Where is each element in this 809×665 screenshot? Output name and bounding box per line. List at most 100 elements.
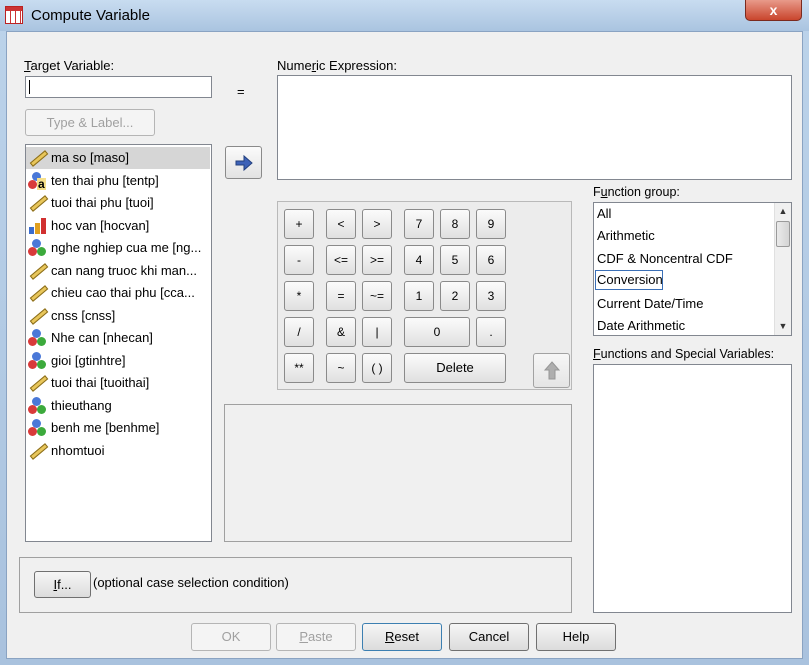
key-equals[interactable]: = bbox=[326, 281, 356, 311]
key-less-equal[interactable]: <= bbox=[326, 245, 356, 275]
function-group-item[interactable]: All bbox=[595, 203, 611, 225]
target-variable-label: Target Variable: bbox=[24, 58, 115, 73]
variable-list-item[interactable]: chieu cao thai phu [cca... bbox=[26, 282, 210, 304]
cancel-button[interactable]: Cancel bbox=[449, 623, 529, 651]
key-3[interactable]: 3 bbox=[476, 281, 506, 311]
key-parentheses[interactable]: ( ) bbox=[362, 353, 392, 383]
ok-button[interactable]: OK bbox=[191, 623, 271, 651]
variable-label: chieu cao thai phu [cca... bbox=[51, 285, 195, 300]
ordinal-bars-icon bbox=[28, 217, 46, 235]
target-variable-input[interactable] bbox=[25, 76, 212, 98]
reset-button[interactable]: Reset bbox=[362, 623, 442, 651]
right-arrow-icon bbox=[235, 154, 253, 172]
nominal-icon bbox=[28, 329, 46, 347]
title-bar[interactable]: Compute Variable x bbox=[0, 0, 809, 31]
variable-label: nhomtuoi bbox=[51, 442, 105, 458]
paste-button[interactable]: Paste bbox=[276, 623, 356, 651]
key-0[interactable]: 0 bbox=[404, 317, 470, 347]
dialog-body: Target Variable: = Type & Label... Numer… bbox=[6, 31, 803, 659]
variable-list-item[interactable]: ma so [maso] bbox=[26, 147, 210, 169]
variable-list-item[interactable]: nghe nghiep cua me [ng... bbox=[26, 237, 210, 259]
function-group-item[interactable]: Current Date/Time bbox=[595, 293, 703, 315]
key-greater-equal[interactable]: >= bbox=[362, 245, 392, 275]
nominal-icon bbox=[28, 419, 46, 437]
text-caret bbox=[29, 80, 30, 94]
ruler-icon bbox=[28, 374, 49, 392]
variable-label: ma so [maso] bbox=[51, 150, 130, 165]
function-group-list[interactable]: All Arithmetic CDF & Noncentral CDF Conv… bbox=[593, 202, 792, 336]
key-5[interactable]: 5 bbox=[440, 245, 470, 275]
key-or[interactable]: | bbox=[362, 317, 392, 347]
variable-list-item[interactable]: hoc van [hocvan] bbox=[26, 215, 210, 237]
compute-variable-window: Compute Variable x Target Variable: = Ty… bbox=[0, 0, 809, 665]
function-group-item[interactable]: CDF & Noncentral CDF bbox=[595, 248, 733, 270]
ruler-icon bbox=[28, 307, 49, 325]
nominal-icon bbox=[28, 239, 46, 257]
function-group-item-focused[interactable]: Conversion bbox=[595, 270, 663, 290]
functions-special-variables-label: Functions and Special Variables: bbox=[593, 347, 775, 361]
ruler-icon bbox=[28, 284, 49, 302]
key-9[interactable]: 9 bbox=[476, 209, 506, 239]
nominal-icon bbox=[28, 396, 46, 415]
key-minus[interactable]: - bbox=[284, 245, 314, 275]
key-6[interactable]: 6 bbox=[476, 245, 506, 275]
numeric-expression-input[interactable] bbox=[277, 75, 792, 180]
scroll-down-icon[interactable]: ▼ bbox=[775, 318, 791, 335]
if-condition-panel: If... (optional case selection condition… bbox=[19, 557, 572, 613]
if-button[interactable]: If... bbox=[34, 571, 91, 598]
up-arrow-icon bbox=[543, 361, 561, 380]
variable-list-item[interactable]: benh me [benhme] bbox=[26, 417, 210, 439]
variable-label: benh me [benhme] bbox=[51, 420, 160, 435]
variable-list-item[interactable]: cnss [cnss] bbox=[26, 305, 210, 327]
ruler-icon bbox=[28, 442, 49, 460]
key-8[interactable]: 8 bbox=[440, 209, 470, 239]
variable-list-item[interactable]: thieuthang bbox=[26, 395, 210, 417]
variable-label: ten thai phu [tentp] bbox=[51, 172, 159, 188]
key-4[interactable]: 4 bbox=[404, 245, 434, 275]
scroll-up-icon[interactable]: ▲ bbox=[775, 203, 791, 220]
key-and[interactable]: & bbox=[326, 317, 356, 347]
scroll-thumb[interactable] bbox=[776, 221, 790, 247]
variable-list-item[interactable]: nhomtuoi bbox=[26, 440, 210, 462]
close-button[interactable]: x bbox=[745, 0, 802, 21]
move-to-expression-button[interactable] bbox=[225, 146, 262, 179]
function-group-scrollbar[interactable]: ▲ ▼ bbox=[774, 203, 791, 335]
key-delete[interactable]: Delete bbox=[404, 353, 506, 383]
variable-label: cnss [cnss] bbox=[51, 307, 116, 323]
variable-label: Nhe can [nhecan] bbox=[51, 330, 153, 345]
key-plus[interactable]: + bbox=[284, 209, 314, 239]
function-group-item[interactable]: Date Arithmetic bbox=[595, 315, 685, 335]
key-1[interactable]: 1 bbox=[404, 281, 434, 311]
function-description-panel bbox=[224, 404, 572, 542]
ruler-icon bbox=[28, 194, 49, 212]
variable-list[interactable]: ma so [maso] a ten thai phu [tentp] tuoi th… bbox=[25, 144, 212, 542]
key-2[interactable]: 2 bbox=[440, 281, 470, 311]
variable-label: tuoi thai phu [tuoi] bbox=[51, 195, 154, 210]
move-function-up-button[interactable] bbox=[533, 353, 570, 388]
key-greater-than[interactable]: > bbox=[362, 209, 392, 239]
key-multiply[interactable]: * bbox=[284, 281, 314, 311]
function-group-item[interactable]: Arithmetic bbox=[595, 225, 655, 247]
variable-list-item[interactable]: can nang truoc khi man... bbox=[26, 260, 210, 282]
variable-list-item[interactable]: Nhe can [nhecan] bbox=[26, 327, 210, 349]
variable-list-item[interactable]: gioi [gtinhtre] bbox=[26, 350, 210, 372]
key-decimal[interactable]: . bbox=[476, 317, 506, 347]
calculator-keypad: + < > 7 8 9 - <= >= 4 5 6 * = ~= 1 2 3 /… bbox=[277, 201, 572, 390]
nominal-icon bbox=[28, 351, 46, 370]
key-not-equal[interactable]: ~= bbox=[362, 281, 392, 311]
variable-list-item[interactable]: a ten thai phu [tentp] bbox=[26, 170, 210, 192]
help-button[interactable]: Help bbox=[536, 623, 616, 651]
variable-list-item[interactable]: tuoi thai [tuoithai] bbox=[26, 372, 210, 394]
key-power[interactable]: ** bbox=[284, 353, 314, 383]
ruler-icon bbox=[28, 149, 49, 167]
function-group-label: Function group: bbox=[593, 185, 680, 199]
key-7[interactable]: 7 bbox=[404, 209, 434, 239]
key-divide[interactable]: / bbox=[284, 317, 314, 347]
type-label-button[interactable]: Type & Label... bbox=[25, 109, 155, 136]
functions-special-variables-list[interactable] bbox=[593, 364, 792, 613]
key-less-than[interactable]: < bbox=[326, 209, 356, 239]
equals-sign: = bbox=[237, 84, 245, 99]
key-not[interactable]: ~ bbox=[326, 353, 356, 383]
ruler-icon bbox=[28, 262, 49, 280]
variable-list-item[interactable]: tuoi thai phu [tuoi] bbox=[26, 192, 210, 214]
